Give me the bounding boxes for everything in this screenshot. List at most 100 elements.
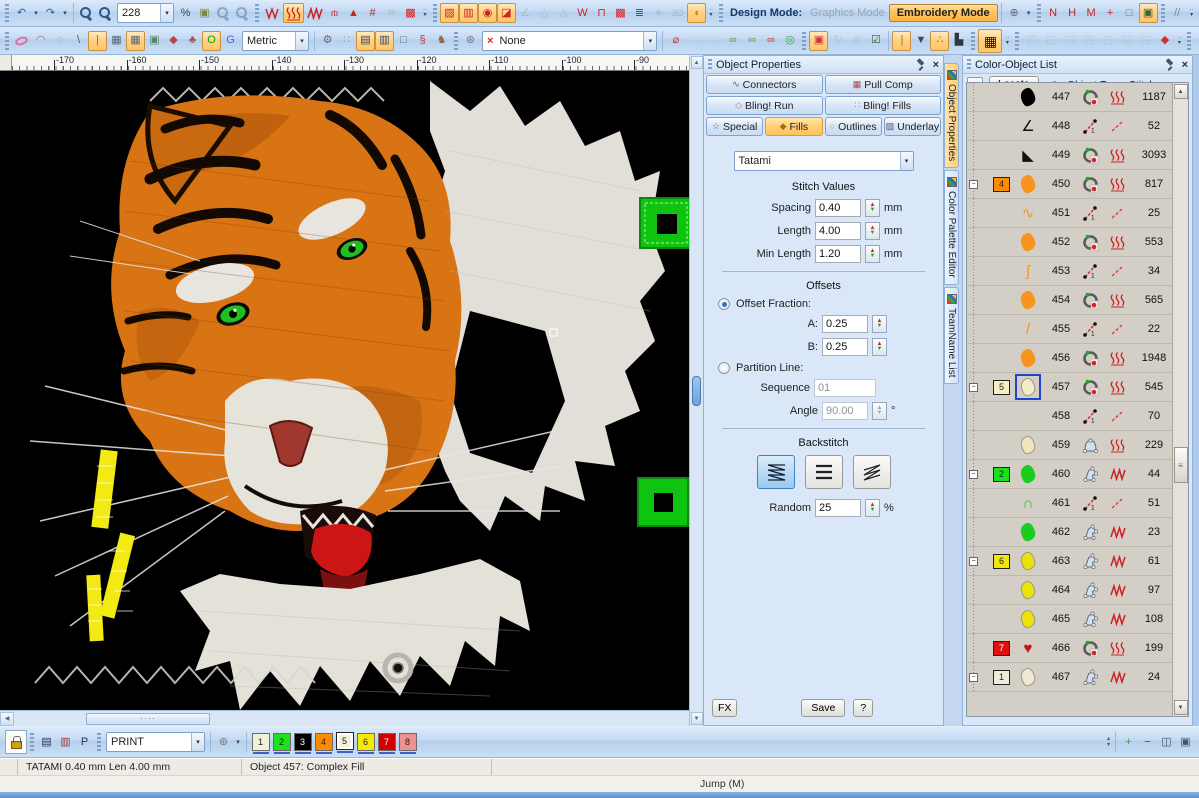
- open-shape-tool[interactable]: ◠: [31, 31, 50, 51]
- min-length-input[interactable]: [815, 245, 861, 263]
- toolbar-grip[interactable]: [1161, 4, 1165, 22]
- panel-splitter-handle[interactable]: [692, 376, 701, 406]
- dotted-grid-tool[interactable]: ∷: [337, 31, 356, 51]
- side-tab-object-properties[interactable]: Object Properties: [944, 63, 959, 168]
- toolbar-grip[interactable]: [97, 733, 101, 751]
- chevron-down-icon[interactable]: ▾: [295, 32, 308, 50]
- offset-b-spinner[interactable]: ▲▼: [872, 338, 887, 356]
- object-row-455[interactable]: /455122: [967, 315, 1172, 344]
- toolbar-grip[interactable]: [971, 32, 975, 50]
- object-row-464[interactable]: 46497: [967, 576, 1172, 605]
- color-block-2[interactable]: 2: [993, 467, 1010, 482]
- units-combo[interactable]: Metric▾: [242, 31, 309, 51]
- overflow-chevron-icon[interactable]: ··▾: [1002, 30, 1012, 52]
- toolbar-grip[interactable]: [454, 32, 458, 50]
- fx-button[interactable]: FX: [712, 699, 737, 717]
- closed-shape-tool[interactable]: [12, 31, 31, 51]
- toolbar-grip[interactable]: [5, 4, 9, 22]
- object-row-451[interactable]: ∿451125: [967, 199, 1172, 228]
- titlebar-grip[interactable]: [967, 59, 971, 71]
- machine-stitch-tool[interactable]: ▙: [949, 31, 968, 51]
- scroll-up-arrow[interactable]: ▲: [1174, 84, 1188, 99]
- stitch-m-button[interactable]: M: [1082, 3, 1101, 23]
- length-input[interactable]: [815, 222, 861, 240]
- object-row-454[interactable]: 454565: [967, 286, 1172, 315]
- close-icon[interactable]: ×: [933, 59, 939, 71]
- object-row-447[interactable]: 4471187: [967, 83, 1172, 112]
- offset-a-spinner[interactable]: ▲▼: [872, 315, 887, 333]
- line-node-tool[interactable]: \: [69, 31, 88, 51]
- toolbar-grip[interactable]: [1187, 32, 1191, 50]
- zoom-percent-button[interactable]: %: [176, 3, 195, 23]
- offset-fraction-radio[interactable]: [718, 298, 730, 310]
- satin-fill-button[interactable]: [304, 3, 325, 23]
- object-row-467[interactable]: −146724: [967, 663, 1172, 692]
- object-row-458[interactable]: ∿458170: [967, 402, 1172, 431]
- funnel-tool[interactable]: ▼: [911, 31, 930, 51]
- google-g-tool[interactable]: G: [221, 31, 240, 51]
- freehand-shape-tool[interactable]: ◌: [50, 31, 69, 51]
- fill-effect-2-button[interactable]: ▥: [459, 3, 478, 23]
- fancy-fill-button[interactable]: ▲: [344, 3, 363, 23]
- offset-b-input[interactable]: [822, 338, 868, 356]
- color-scroll-spinner[interactable]: ▴▾: [1105, 736, 1112, 748]
- show-graphics-button[interactable]: ▣: [195, 3, 214, 23]
- object-row-460[interactable]: −246044: [967, 460, 1172, 489]
- chevron-down-icon[interactable]: ▾: [900, 152, 913, 170]
- slash-tool-button[interactable]: //: [1168, 3, 1187, 23]
- tab-underlay[interactable]: ▨Underlay: [884, 117, 941, 136]
- scroll-up-arrow[interactable]: ▲: [691, 56, 703, 69]
- tab-bling-run[interactable]: ◇Bling! Run: [706, 96, 823, 115]
- object-row-448[interactable]: ∠448152: [967, 112, 1172, 141]
- tab-pull-comp[interactable]: ▦Pull Comp: [825, 75, 942, 94]
- colorway-wheel-tool[interactable]: ⊛: [461, 31, 480, 51]
- object-row-459[interactable]: 459229: [967, 431, 1172, 460]
- toolbar-grip[interactable]: [433, 4, 437, 22]
- palette-color-1[interactable]: 1: [252, 733, 270, 751]
- grid-tool[interactable]: ▦: [107, 31, 126, 51]
- fill-effect-3-button[interactable]: ◉: [478, 3, 497, 23]
- titlebar-grip[interactable]: [708, 59, 712, 71]
- wave-effect-button[interactable]: W: [573, 3, 592, 23]
- chevron-down-icon[interactable]: ▾: [191, 733, 204, 751]
- remove-color-button[interactable]: −: [1138, 732, 1157, 752]
- palette-color-5[interactable]: 5: [336, 732, 354, 750]
- stitch-list-tool[interactable]: ▥: [375, 31, 394, 51]
- collapse-expander[interactable]: −: [969, 180, 978, 189]
- scroll-down-arrow[interactable]: ▼: [1174, 700, 1188, 715]
- backstitch-borderline-button[interactable]: [805, 455, 843, 489]
- cross-stitch-button[interactable]: ▩: [401, 3, 420, 23]
- list-vertical-scrollbar[interactable]: ▲ ≡ ▼: [1172, 83, 1188, 716]
- stitch-n-button[interactable]: N: [1044, 3, 1063, 23]
- tab-outlines[interactable]: ○Outlines: [825, 117, 882, 136]
- object-row-461[interactable]: ∩461151: [967, 489, 1172, 518]
- close-icon[interactable]: ×: [1182, 59, 1188, 71]
- parallel-lines-button[interactable]: ≣: [630, 3, 649, 23]
- letter-o-tool[interactable]: O: [202, 31, 221, 51]
- chevron-down-icon[interactable]: ▾: [160, 4, 173, 22]
- object-row-462[interactable]: 46223: [967, 518, 1172, 547]
- pin-icon[interactable]: [1165, 59, 1176, 71]
- output-device-combo[interactable]: PRINT▾: [106, 732, 205, 752]
- lattice-effect-button[interactable]: ▩: [611, 3, 630, 23]
- redo-button[interactable]: ↷: [41, 3, 60, 23]
- overflow-chevron-icon[interactable]: ··▾: [706, 2, 716, 24]
- palette-color-3[interactable]: 3: [294, 733, 312, 751]
- toolbar-grip[interactable]: [5, 32, 9, 50]
- redo-dropdown[interactable]: ▾: [60, 3, 70, 23]
- write-to-machine-button[interactable]: ▤: [37, 732, 56, 752]
- length-spinner[interactable]: ▲▼: [865, 222, 880, 240]
- hoop-window-tool[interactable]: ▦: [126, 31, 145, 51]
- monogram-tool[interactable]: ♣: [183, 31, 202, 51]
- object-row-465[interactable]: 465108: [967, 605, 1172, 634]
- offset-a-input[interactable]: [822, 315, 868, 333]
- write-to-card-button[interactable]: ▥: [56, 732, 75, 752]
- toolbar-grip[interactable]: [802, 32, 806, 50]
- scroll-thumb[interactable]: ≡: [1174, 447, 1188, 483]
- machine-setup-tool[interactable]: ⚙: [318, 31, 337, 51]
- pan-view-button[interactable]: ◫: [1157, 732, 1176, 752]
- object-row-456[interactable]: 4561948: [967, 344, 1172, 373]
- canvas-horizontal-scrollbar[interactable]: ◀: [0, 710, 689, 726]
- machine-function-button[interactable]: ▣: [1139, 3, 1158, 23]
- shapes-tool[interactable]: ◆: [164, 31, 183, 51]
